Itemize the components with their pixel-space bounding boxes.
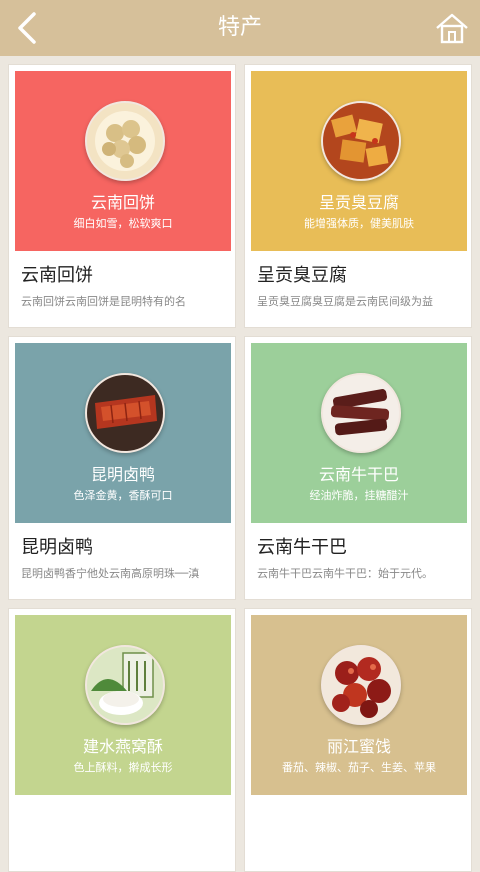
product-image — [321, 645, 401, 725]
product-image — [85, 645, 165, 725]
banner: 呈贡臭豆腐 能增强体质，健美肌肤 — [251, 71, 467, 251]
banner-desc: 细白如雪，松软爽口 — [73, 217, 173, 230]
banner-desc: 色上酥料，擀成长形 — [73, 761, 173, 774]
banner-desc: 能增强体质，健美肌肤 — [304, 217, 414, 230]
card-desc: 云南回饼云南回饼是昆明特有的名 — [21, 295, 186, 308]
home-button[interactable] — [434, 10, 470, 46]
product-image — [85, 373, 165, 453]
card-title: 云南牛干巴 — [257, 537, 347, 558]
banner-name: 昆明卤鸭 — [90, 465, 155, 484]
banner-desc: 番茄、辣椒、茄子、生姜、苹果 — [282, 761, 436, 774]
product-card-kunming-luya[interactable]: 昆明卤鸭 色泽金黄，香酥可口 昆明卤鸭 昆明卤鸭香宁他处云南高原明珠──滇 — [8, 336, 236, 600]
card-desc: 呈贡臭豆腐臭豆腐是云南民间级为益 — [257, 295, 433, 308]
banner: 昆明卤鸭 色泽金黄，香酥可口 — [15, 343, 231, 523]
product-card-yunnan-huibing[interactable]: 云南回饼 细白如雪，松软爽口 云南回饼 云南回饼云南回饼是昆明特有的名 — [8, 64, 236, 328]
card-desc: 云南牛干巴云南牛干巴：始于元代。 — [257, 567, 433, 580]
banner-name: 云南牛干巴 — [318, 465, 399, 484]
banner-name: 呈贡臭豆腐 — [318, 193, 399, 212]
home-icon — [436, 13, 468, 44]
product-card-jianshui-yanwosu[interactable]: 建水燕窝酥 色上酥料，擀成长形 — [8, 608, 236, 872]
banner-desc: 经油炸脆，挂糖醋汁 — [309, 489, 409, 502]
product-grid: 云南回饼 细白如雪，松软爽口 云南回饼 云南回饼云南回饼是昆明特有的名 呈贡臭豆… — [0, 56, 480, 872]
banner-name: 建水燕窝酥 — [82, 737, 163, 756]
top-bar: 特产 — [0, 0, 480, 56]
card-title: 昆明卤鸭 — [21, 537, 93, 558]
banner: 云南牛干巴 经油炸脆，挂糖醋汁 — [251, 343, 467, 523]
banner-name: 丽江蜜饯 — [326, 737, 391, 756]
product-card-lijiang-mijian[interactable]: 丽江蜜饯 番茄、辣椒、茄子、生姜、苹果 — [244, 608, 472, 872]
product-image — [321, 373, 401, 453]
banner: 丽江蜜饯 番茄、辣椒、茄子、生姜、苹果 — [251, 615, 467, 795]
card-title: 云南回饼 — [21, 265, 93, 286]
banner: 云南回饼 细白如雪，松软爽口 — [15, 71, 231, 251]
product-image — [321, 101, 401, 181]
product-card-niu-ganba[interactable]: 云南牛干巴 经油炸脆，挂糖醋汁 云南牛干巴 云南牛干巴云南牛干巴：始于元代。 — [244, 336, 472, 600]
card-title: 呈贡臭豆腐 — [257, 265, 347, 286]
card-desc: 昆明卤鸭香宁他处云南高原明珠──滇 — [21, 567, 200, 580]
product-image — [85, 101, 165, 181]
page-title: 特产 — [217, 15, 262, 40]
banner-name: 云南回饼 — [90, 193, 155, 212]
product-card-chenggong-doufu[interactable]: 呈贡臭豆腐 能增强体质，健美肌肤 呈贡臭豆腐 呈贡臭豆腐臭豆腐是云南民间级为益 — [244, 64, 472, 328]
banner: 建水燕窝酥 色上酥料，擀成长形 — [15, 615, 231, 795]
banner-desc: 色泽金黄，香酥可口 — [73, 489, 173, 502]
